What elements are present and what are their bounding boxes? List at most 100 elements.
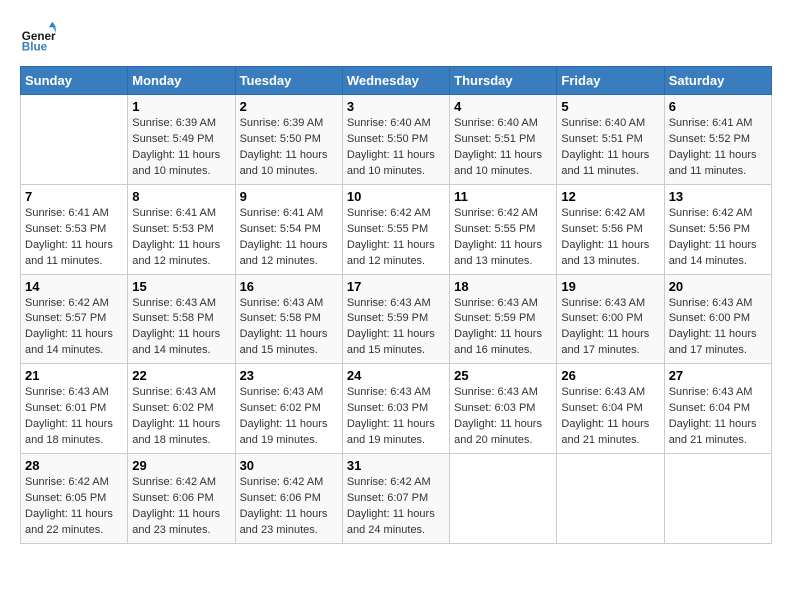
col-header-sunday: Sunday: [21, 67, 128, 95]
calendar-cell: 29 Sunrise: 6:42 AMSunset: 6:06 PMDayligh…: [128, 454, 235, 544]
day-number: 29: [132, 458, 230, 473]
calendar-cell: 22 Sunrise: 6:43 AMSunset: 6:02 PMDayligh…: [128, 364, 235, 454]
calendar-table: SundayMondayTuesdayWednesdayThursdayFrid…: [20, 66, 772, 544]
day-number: 16: [240, 279, 338, 294]
day-number: 22: [132, 368, 230, 383]
day-info: Sunrise: 6:42 AMSunset: 5:55 PMDaylight:…: [454, 206, 552, 270]
calendar-cell: 26Sunrise: 6:43 AMSunset: 6:04 PMDayligh…: [557, 364, 664, 454]
day-number: 18: [454, 279, 552, 294]
day-number: 2: [240, 99, 338, 114]
day-info: Sunrise: 6:42 AMSunset: 6:06 PMDaylight:…: [132, 475, 230, 539]
day-number: 3: [347, 99, 445, 114]
day-number: 10: [347, 189, 445, 204]
col-header-saturday: Saturday: [664, 67, 771, 95]
day-info: Sunrise: 6:43 AMSunset: 6:03 PMDaylight:…: [454, 385, 552, 449]
day-number: 15: [132, 279, 230, 294]
day-number: 31: [347, 458, 445, 473]
day-info: Sunrise: 6:42 AMSunset: 5:56 PMDaylight:…: [669, 206, 767, 270]
day-info: Sunrise: 6:43 AMSunset: 6:03 PMDaylight:…: [347, 385, 445, 449]
calendar-cell: 17 Sunrise: 6:43 AMSunset: 5:59 PMDayligh…: [342, 274, 449, 364]
calendar-cell: 18 Sunrise: 6:43 AMSunset: 5:59 PMDayligh…: [450, 274, 557, 364]
day-number: 19: [561, 279, 659, 294]
calendar-cell: 2Sunrise: 6:39 AMSunset: 5:50 PMDaylight…: [235, 95, 342, 185]
calendar-cell: 20 Sunrise: 6:43 AMSunset: 6:00 PMDayligh…: [664, 274, 771, 364]
calendar-cell: 28 Sunrise: 6:42 AMSunset: 6:05 PMDayligh…: [21, 454, 128, 544]
calendar-cell: 13 Sunrise: 6:42 AMSunset: 5:56 PMDayligh…: [664, 184, 771, 274]
calendar-cell: 8 Sunrise: 6:41 AMSunset: 5:53 PMDaylight…: [128, 184, 235, 274]
day-number: 4: [454, 99, 552, 114]
day-number: 28: [25, 458, 123, 473]
day-info: Sunrise: 6:40 AMSunset: 5:51 PMDaylight:…: [454, 116, 552, 180]
day-info: Sunrise: 6:42 AMSunset: 6:05 PMDaylight:…: [25, 475, 123, 539]
calendar-cell: 9Sunrise: 6:41 AMSunset: 5:54 PMDaylight…: [235, 184, 342, 274]
calendar-cell: 11 Sunrise: 6:42 AMSunset: 5:55 PMDayligh…: [450, 184, 557, 274]
calendar-cell: [21, 95, 128, 185]
week-row-3: 14 Sunrise: 6:42 AMSunset: 5:57 PMDayligh…: [21, 274, 772, 364]
calendar-header: SundayMondayTuesdayWednesdayThursdayFrid…: [21, 67, 772, 95]
calendar-cell: 16 Sunrise: 6:43 AMSunset: 5:58 PMDayligh…: [235, 274, 342, 364]
day-number: 12: [561, 189, 659, 204]
day-info: Sunrise: 6:43 AMSunset: 5:59 PMDaylight:…: [454, 296, 552, 360]
day-number: 25: [454, 368, 552, 383]
calendar-cell: 21Sunrise: 6:43 AMSunset: 6:01 PMDayligh…: [21, 364, 128, 454]
week-row-4: 21Sunrise: 6:43 AMSunset: 6:01 PMDayligh…: [21, 364, 772, 454]
calendar-cell: 10 Sunrise: 6:42 AMSunset: 5:55 PMDayligh…: [342, 184, 449, 274]
day-info: Sunrise: 6:42 AMSunset: 6:07 PMDaylight:…: [347, 475, 445, 539]
day-info: Sunrise: 6:43 AMSunset: 6:00 PMDaylight:…: [669, 296, 767, 360]
week-row-5: 28 Sunrise: 6:42 AMSunset: 6:05 PMDayligh…: [21, 454, 772, 544]
week-row-2: 7 Sunrise: 6:41 AMSunset: 5:53 PMDaylight…: [21, 184, 772, 274]
calendar-cell: 6 Sunrise: 6:41 AMSunset: 5:52 PMDaylight…: [664, 95, 771, 185]
day-info: Sunrise: 6:42 AMSunset: 5:57 PMDaylight:…: [25, 296, 123, 360]
day-number: 13: [669, 189, 767, 204]
day-info: Sunrise: 6:43 AMSunset: 6:01 PMDaylight:…: [25, 385, 123, 449]
day-number: 30: [240, 458, 338, 473]
day-info: Sunrise: 6:42 AMSunset: 6:06 PMDaylight:…: [240, 475, 338, 539]
col-header-tuesday: Tuesday: [235, 67, 342, 95]
col-header-monday: Monday: [128, 67, 235, 95]
day-info: Sunrise: 6:41 AMSunset: 5:53 PMDaylight:…: [132, 206, 230, 270]
day-info: Sunrise: 6:41 AMSunset: 5:52 PMDaylight:…: [669, 116, 767, 180]
day-info: Sunrise: 6:41 AMSunset: 5:53 PMDaylight:…: [25, 206, 123, 270]
day-number: 8: [132, 189, 230, 204]
calendar-cell: 5 Sunrise: 6:40 AMSunset: 5:51 PMDaylight…: [557, 95, 664, 185]
page-header: General Blue: [20, 20, 772, 56]
calendar-cell: 25 Sunrise: 6:43 AMSunset: 6:03 PMDayligh…: [450, 364, 557, 454]
day-number: 24: [347, 368, 445, 383]
logo: General Blue: [20, 20, 56, 56]
calendar-cell: [557, 454, 664, 544]
calendar-cell: 14 Sunrise: 6:42 AMSunset: 5:57 PMDayligh…: [21, 274, 128, 364]
day-info: Sunrise: 6:40 AMSunset: 5:51 PMDaylight:…: [561, 116, 659, 180]
day-info: Sunrise: 6:40 AMSunset: 5:50 PMDaylight:…: [347, 116, 445, 180]
day-number: 11: [454, 189, 552, 204]
day-info: Sunrise: 6:43 AMSunset: 6:02 PMDaylight:…: [132, 385, 230, 449]
day-info: Sunrise: 6:43 AMSunset: 6:04 PMDaylight:…: [561, 385, 659, 449]
calendar-cell: 27Sunrise: 6:43 AMSunset: 6:04 PMDayligh…: [664, 364, 771, 454]
calendar-cell: 19Sunrise: 6:43 AMSunset: 6:00 PMDayligh…: [557, 274, 664, 364]
calendar-cell: 24 Sunrise: 6:43 AMSunset: 6:03 PMDayligh…: [342, 364, 449, 454]
calendar-cell: 31 Sunrise: 6:42 AMSunset: 6:07 PMDayligh…: [342, 454, 449, 544]
day-info: Sunrise: 6:43 AMSunset: 6:04 PMDaylight:…: [669, 385, 767, 449]
calendar-cell: 7 Sunrise: 6:41 AMSunset: 5:53 PMDaylight…: [21, 184, 128, 274]
day-number: 23: [240, 368, 338, 383]
calendar-cell: 15Sunrise: 6:43 AMSunset: 5:58 PMDayligh…: [128, 274, 235, 364]
day-number: 14: [25, 279, 123, 294]
day-info: Sunrise: 6:43 AMSunset: 6:02 PMDaylight:…: [240, 385, 338, 449]
day-info: Sunrise: 6:43 AMSunset: 5:59 PMDaylight:…: [347, 296, 445, 360]
calendar-cell: 23 Sunrise: 6:43 AMSunset: 6:02 PMDayligh…: [235, 364, 342, 454]
svg-text:Blue: Blue: [22, 41, 48, 54]
calendar-body: 1Sunrise: 6:39 AMSunset: 5:49 PMDaylight…: [21, 95, 772, 544]
col-header-thursday: Thursday: [450, 67, 557, 95]
day-number: 20: [669, 279, 767, 294]
day-info: Sunrise: 6:41 AMSunset: 5:54 PMDaylight:…: [240, 206, 338, 270]
calendar-cell: 30 Sunrise: 6:42 AMSunset: 6:06 PMDayligh…: [235, 454, 342, 544]
calendar-cell: 1Sunrise: 6:39 AMSunset: 5:49 PMDaylight…: [128, 95, 235, 185]
col-header-friday: Friday: [557, 67, 664, 95]
day-info: Sunrise: 6:43 AMSunset: 5:58 PMDaylight:…: [240, 296, 338, 360]
day-info: Sunrise: 6:42 AMSunset: 5:55 PMDaylight:…: [347, 206, 445, 270]
day-number: 17: [347, 279, 445, 294]
day-number: 7: [25, 189, 123, 204]
day-number: 6: [669, 99, 767, 114]
calendar-cell: [450, 454, 557, 544]
day-info: Sunrise: 6:42 AMSunset: 5:56 PMDaylight:…: [561, 206, 659, 270]
day-number: 5: [561, 99, 659, 114]
